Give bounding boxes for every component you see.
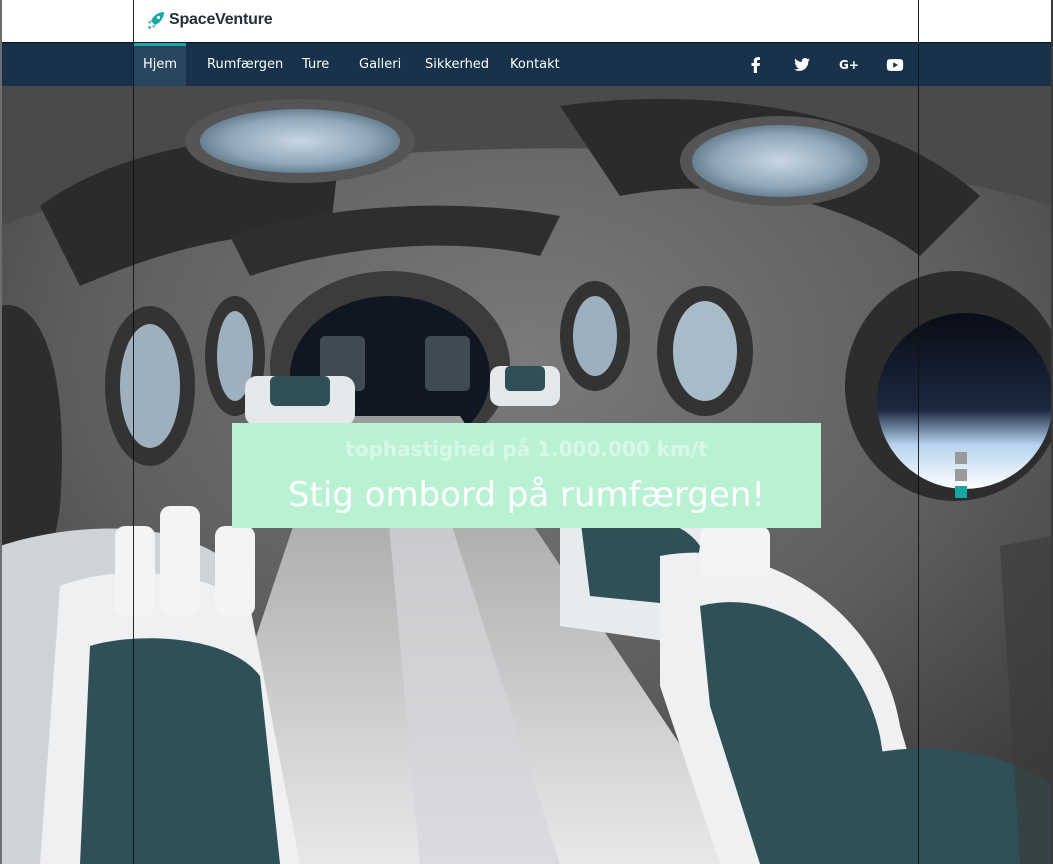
twitter-icon <box>794 57 810 71</box>
container-edge-left <box>133 86 134 864</box>
logo[interactable]: SpaceVenture <box>146 9 273 31</box>
hero-subtitle: tophastighed på 1.000.000 km/t <box>345 437 708 461</box>
site-header: SpaceVenture <box>0 0 1053 42</box>
nav-item-galleri[interactable]: Galleri <box>359 43 401 86</box>
nav-item-kontakt[interactable]: Kontakt <box>510 43 560 86</box>
logo-text: SpaceVenture <box>169 11 273 28</box>
facebook-link[interactable] <box>741 43 771 86</box>
nav-item-ture[interactable]: Ture <box>302 43 329 86</box>
hero-slider: tophastighed på 1.000.000 km/t Stig ombo… <box>0 86 1053 864</box>
container-edge-right <box>918 86 919 864</box>
main-nav: Hjem Rumfærgen Ture Galleri Sikkerhed Ko… <box>0 42 1053 86</box>
window-border-left <box>0 0 2 864</box>
nav-item-hjem[interactable]: Hjem <box>134 43 186 86</box>
google-plus-icon: G+ <box>839 57 859 72</box>
slider-indicators <box>955 452 967 503</box>
nav-item-rumfaergen[interactable]: Rumfærgen <box>207 43 283 86</box>
rocket-icon <box>147 12 164 30</box>
youtube-icon <box>886 58 904 71</box>
google-plus-link[interactable]: G+ <box>834 43 864 86</box>
nav-item-sikkerhed[interactable]: Sikkerhed <box>425 43 489 86</box>
hero-title: Stig ombord på rumfærgen! <box>287 475 766 515</box>
twitter-link[interactable] <box>787 43 817 86</box>
youtube-link[interactable] <box>880 43 910 86</box>
nav-container: Hjem Rumfærgen Ture Galleri Sikkerhed Ko… <box>133 43 919 86</box>
slide-indicator-2[interactable] <box>955 469 967 481</box>
hero-caption: tophastighed på 1.000.000 km/t Stig ombo… <box>232 423 821 528</box>
slide-indicator-3[interactable] <box>955 486 967 498</box>
facebook-icon <box>751 56 760 73</box>
header-container: SpaceVenture <box>133 0 919 42</box>
slide-indicator-1[interactable] <box>955 452 967 464</box>
